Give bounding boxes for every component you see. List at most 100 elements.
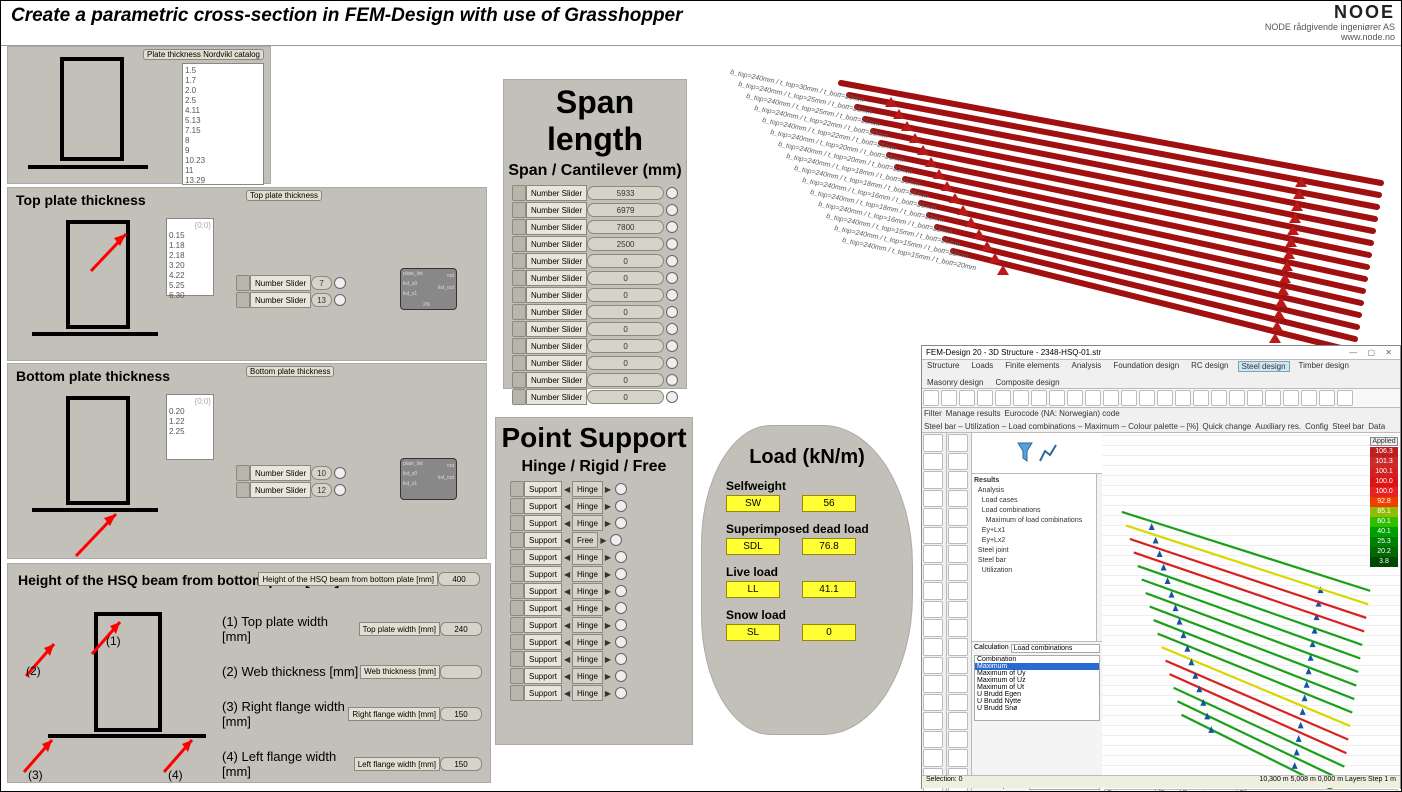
fem-menu-item[interactable]: Loads	[968, 361, 996, 372]
chevron-left-icon[interactable]: ◀	[562, 604, 572, 613]
fem-side-button[interactable]	[923, 453, 943, 471]
fem-side-button[interactable]	[948, 601, 968, 619]
slider-grip[interactable]	[512, 372, 526, 388]
fem-toolbar-button[interactable]	[1031, 390, 1047, 406]
load-value-box[interactable]: SW	[726, 495, 780, 512]
slider-track[interactable]: 0	[587, 322, 664, 336]
list-item[interactable]: 1.7	[185, 76, 261, 86]
fem-side-button[interactable]	[923, 638, 943, 656]
chevron-right-icon[interactable]: ▶	[603, 502, 613, 511]
fem-side-button[interactable]	[948, 657, 968, 675]
support-value[interactable]: Hinge	[572, 685, 603, 701]
slider-grip[interactable]	[236, 275, 250, 291]
fem-side-button[interactable]	[923, 731, 943, 749]
fem-menu-item[interactable]: Analysis	[1069, 361, 1105, 372]
fem-side-button[interactable]	[948, 694, 968, 712]
fem-toolbar-button[interactable]	[959, 390, 975, 406]
fem-side-button[interactable]	[948, 638, 968, 656]
support-row[interactable]: Support ◀ Hinge ▶	[510, 634, 678, 650]
list-item[interactable]: 8	[185, 136, 261, 146]
chart-icon[interactable]	[1038, 441, 1058, 465]
load-value-box[interactable]: LL	[726, 581, 780, 598]
fem-design-window[interactable]: FEM-Design 20 - 3D Structure - 2348-HSQ-…	[921, 345, 1401, 789]
slider-grip[interactable]	[512, 236, 526, 252]
chevron-left-icon[interactable]: ◀	[562, 553, 572, 562]
support-row[interactable]: Support ◀ Hinge ▶	[510, 668, 678, 684]
fem-toolbar-button[interactable]	[1283, 390, 1299, 406]
fem-side-button[interactable]	[923, 657, 943, 675]
list-item[interactable]: 13.29	[185, 176, 261, 186]
number-slider[interactable]: Number Slider 5933	[512, 185, 678, 201]
grip[interactable]	[510, 583, 524, 599]
number-slider[interactable]: Number Slider 0	[512, 355, 678, 371]
slider-grip[interactable]	[512, 202, 526, 218]
fem-side-button[interactable]	[923, 582, 943, 600]
fem-side-button[interactable]	[923, 527, 943, 545]
slider-track[interactable]: 0	[587, 390, 664, 404]
fem-side-button[interactable]	[948, 731, 968, 749]
chevron-left-icon[interactable]: ◀	[562, 672, 572, 681]
number-slider[interactable]: Number Slider 0	[512, 287, 678, 303]
fem-toolbar-button[interactable]	[1013, 390, 1029, 406]
chevron-right-icon[interactable]: ▶	[603, 570, 613, 579]
chevron-right-icon[interactable]: ▶	[603, 587, 613, 596]
list-item[interactable]: 1.18	[169, 241, 211, 251]
slider-track[interactable]: 0	[587, 373, 664, 387]
chevron-right-icon[interactable]: ▶	[598, 536, 608, 545]
fem-toolbar-button[interactable]	[1157, 390, 1173, 406]
grip[interactable]	[510, 549, 524, 565]
chevron-right-icon[interactable]: ▶	[603, 655, 613, 664]
chevron-right-icon[interactable]: ▶	[603, 638, 613, 647]
support-value[interactable]: Hinge	[572, 668, 603, 684]
fem-side-button[interactable]	[923, 508, 943, 526]
tree-item[interactable]: Load combinations	[974, 506, 1094, 516]
grip[interactable]	[510, 651, 524, 667]
combo-item[interactable]: U Brudd Egen	[975, 691, 1099, 698]
bottom-thickness-list[interactable]: {0;0}0.201.222.25	[166, 394, 214, 460]
combo-item[interactable]: U Brudd Snø	[975, 705, 1099, 712]
fem-side-toolbar[interactable]	[922, 433, 947, 792]
support-row[interactable]: Support ◀ Hinge ▶	[510, 481, 678, 497]
slider-grip[interactable]	[512, 185, 526, 201]
chevron-left-icon[interactable]: ◀	[562, 638, 572, 647]
slider-grip[interactable]	[512, 253, 526, 269]
list-item[interactable]: 9	[185, 146, 261, 156]
fem-menu-item[interactable]: Foundation design	[1110, 361, 1182, 372]
slider-track[interactable]: 12	[311, 483, 332, 497]
fem-toolbar-button[interactable]	[1049, 390, 1065, 406]
chevron-right-icon[interactable]: ▶	[603, 604, 613, 613]
tree-item[interactable]: Ey+Lx1	[974, 526, 1094, 536]
tree-item[interactable]: Utilization	[974, 566, 1094, 576]
fem-side-button[interactable]	[948, 471, 968, 489]
fem-side-button[interactable]	[948, 619, 968, 637]
tree-item[interactable]: Steel joint	[974, 546, 1094, 556]
param-3-slider[interactable]: Right flange width [mm]150	[348, 707, 482, 721]
fem-side-button[interactable]	[923, 712, 943, 730]
fem-menu-item[interactable]: Structure	[924, 361, 962, 372]
hsq-height-slider[interactable]: Height of the HSQ beam from bottom plate…	[258, 572, 480, 586]
number-slider[interactable]: Number Slider 0	[512, 253, 678, 269]
support-row[interactable]: Support ◀ Hinge ▶	[510, 600, 678, 616]
fem-menu-item[interactable]: Steel design	[1238, 361, 1290, 372]
fem-toolbar-button[interactable]	[1121, 390, 1137, 406]
list-item[interactable]: 3.20	[169, 261, 211, 271]
fem-toolbar-button[interactable]	[1193, 390, 1209, 406]
support-value[interactable]: Hinge	[572, 617, 603, 633]
fem-toolbar-button[interactable]	[995, 390, 1011, 406]
fem-titlebar[interactable]: FEM-Design 20 - 3D Structure - 2348-HSQ-…	[922, 346, 1400, 360]
list-item[interactable]: 11	[185, 166, 261, 176]
fem-side-button[interactable]	[923, 675, 943, 693]
chevron-right-icon[interactable]: ▶	[603, 672, 613, 681]
fem-toolbar-button[interactable]	[1337, 390, 1353, 406]
fem-menu-item[interactable]: RC design	[1188, 361, 1231, 372]
support-value[interactable]: Hinge	[572, 634, 603, 650]
filter-icon[interactable]	[1016, 441, 1034, 465]
fem-side-button[interactable]	[948, 564, 968, 582]
slider-grip[interactable]	[512, 338, 526, 354]
support-value[interactable]: Hinge	[572, 566, 603, 582]
slider-grip[interactable]	[512, 389, 526, 405]
chevron-right-icon[interactable]: ▶	[603, 485, 613, 494]
fem-side-button[interactable]	[948, 527, 968, 545]
slider-grip[interactable]	[236, 482, 250, 498]
number-slider[interactable]: Number Slider 7800	[512, 219, 678, 235]
